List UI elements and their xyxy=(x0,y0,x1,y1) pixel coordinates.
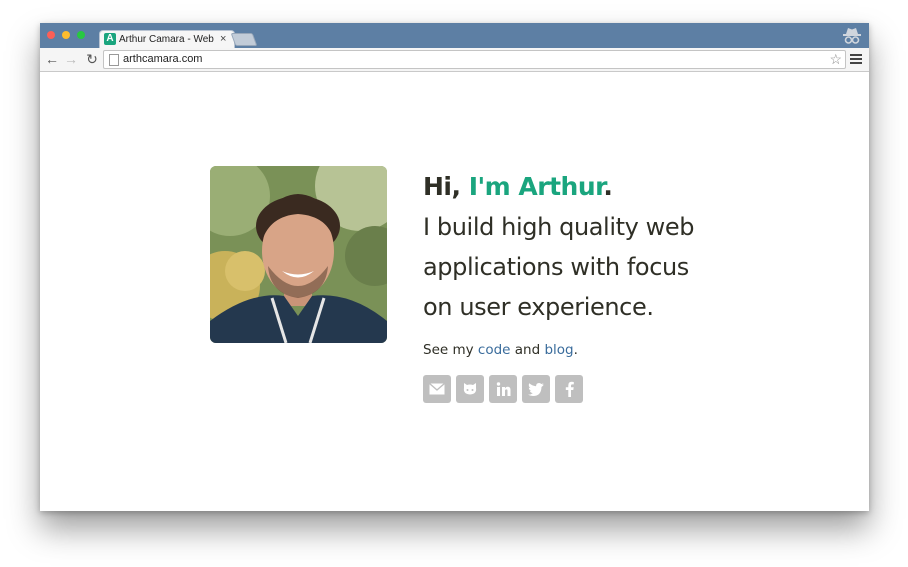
links-text: See my code and blog. xyxy=(423,341,763,359)
linkedin-button[interactable] xyxy=(489,375,517,403)
github-icon xyxy=(463,383,477,395)
new-tab-button[interactable] xyxy=(230,33,258,46)
greeting-prefix: Hi, xyxy=(423,172,469,201)
incognito-icon xyxy=(843,28,861,44)
greeting-heading: Hi, I'm Arthur. xyxy=(423,167,763,207)
tagline-line-2: applications with focus xyxy=(423,253,689,281)
page-viewport: Hi, I'm Arthur. I build high quality web… xyxy=(40,72,869,511)
email-icon xyxy=(429,383,445,395)
facebook-button[interactable] xyxy=(555,375,583,403)
reload-button[interactable]: ↻ xyxy=(84,51,100,67)
window-minimize-button[interactable] xyxy=(62,31,70,39)
browser-toolbar: ← → ↻ arthcamara.com ☆ xyxy=(40,48,869,72)
twitter-button[interactable] xyxy=(522,375,550,403)
browser-menu-icon[interactable] xyxy=(850,52,862,66)
github-button[interactable] xyxy=(456,375,484,403)
profile-photo xyxy=(210,166,387,343)
email-button[interactable] xyxy=(423,375,451,403)
bookmark-star-icon[interactable]: ☆ xyxy=(829,51,842,67)
back-button[interactable]: ← xyxy=(44,51,60,67)
browser-window: A Arthur Camara - Web developer × ← → ↻ … xyxy=(40,23,869,511)
favicon-icon: A xyxy=(104,33,116,45)
browser-tab[interactable]: A Arthur Camara - Web developer × xyxy=(99,30,235,49)
code-link[interactable]: code xyxy=(478,342,511,358)
linkedin-icon xyxy=(496,381,510,396)
tagline-line-3: on user experience. xyxy=(423,293,654,321)
tab-title: Arthur Camara - Web developer xyxy=(119,34,216,45)
hero-text: Hi, I'm Arthur. I build high quality web… xyxy=(423,167,763,403)
greeting-suffix: . xyxy=(603,172,613,201)
address-bar[interactable]: arthcamara.com ☆ xyxy=(103,50,846,69)
page-icon xyxy=(109,54,119,66)
facebook-icon xyxy=(565,381,574,397)
social-links xyxy=(423,375,763,403)
tagline-line-1: I build high quality web xyxy=(423,213,695,241)
blog-link[interactable]: blog xyxy=(544,342,573,358)
tab-close-icon[interactable]: × xyxy=(220,32,226,46)
links-middle: and xyxy=(510,342,545,358)
title-bar: A Arthur Camara - Web developer × xyxy=(40,23,869,49)
greeting-name: I'm Arthur xyxy=(468,172,604,201)
twitter-icon xyxy=(528,382,544,396)
links-prefix: See my xyxy=(423,342,478,358)
window-maximize-button[interactable] xyxy=(77,31,85,39)
forward-button[interactable]: → xyxy=(63,51,79,67)
address-url[interactable]: arthcamara.com xyxy=(123,52,202,67)
window-close-button[interactable] xyxy=(47,31,55,39)
links-suffix: . xyxy=(573,342,578,358)
